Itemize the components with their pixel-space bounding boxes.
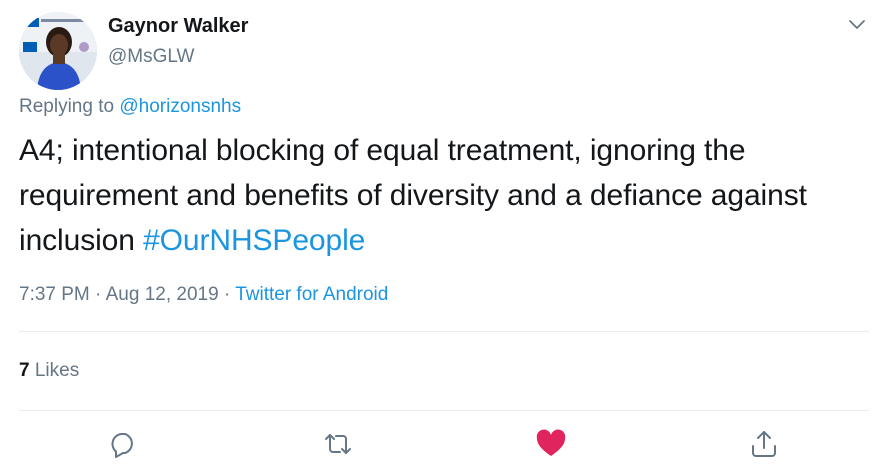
retweet-icon[interactable]: [322, 428, 354, 460]
tweet-time[interactable]: 7:37 PM: [19, 284, 90, 305]
replying-prefix: Replying to: [19, 96, 115, 117]
likes-label: Likes: [34, 360, 80, 381]
author-handle[interactable]: @MsGLW: [108, 46, 194, 68]
heart-icon[interactable]: [535, 428, 567, 460]
hashtag-link[interactable]: #OurNHSPeople: [143, 224, 365, 257]
replying-to: Replying to @horizonsnhs: [19, 96, 241, 118]
tweet-body: A4; intentional blocking of equal treatm…: [19, 134, 807, 257]
tweet-meta: 7:37 PM · Aug 12, 2019 · Twitter for And…: [19, 284, 388, 306]
tweet-text: A4; intentional blocking of equal treatm…: [19, 128, 877, 263]
divider: [19, 410, 869, 411]
meta-separator: ·: [95, 284, 102, 305]
divider: [19, 331, 869, 332]
chevron-down-icon[interactable]: [845, 12, 869, 36]
tweet-card: Gaynor Walker @MsGLW Replying to @horizo…: [0, 0, 883, 475]
likes-count: 7: [19, 360, 30, 381]
avatar[interactable]: [19, 12, 97, 90]
tweet-date[interactable]: Aug 12, 2019: [106, 284, 219, 305]
comment-bubble-icon[interactable]: [107, 428, 139, 460]
meta-separator: ·: [223, 284, 231, 305]
share-upload-icon[interactable]: [748, 428, 780, 460]
reply-target-link[interactable]: @horizonsnhs: [119, 96, 241, 117]
author-name[interactable]: Gaynor Walker: [108, 15, 248, 38]
tweet-source-link[interactable]: Twitter for Android: [235, 284, 388, 305]
likes-stat[interactable]: 7 Likes: [19, 360, 79, 382]
